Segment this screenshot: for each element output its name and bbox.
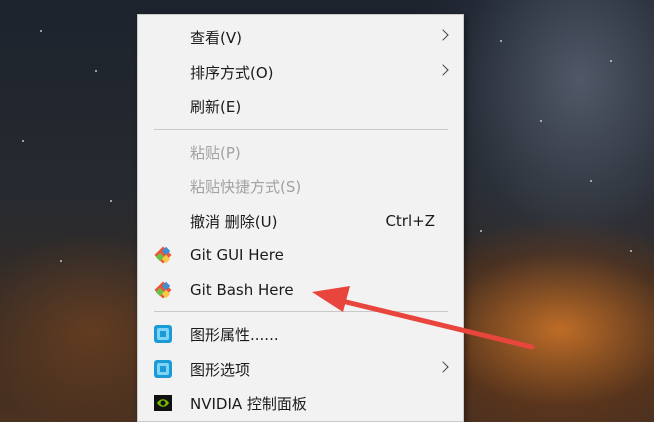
menu-item-graphics-properties[interactable]: 图形属性...... [138, 317, 463, 351]
menu-item-git-bash-here[interactable]: Git Bash Here [138, 273, 463, 307]
menu-item-label: 图形属性...... [190, 325, 279, 344]
menu-separator [154, 129, 448, 130]
intel-graphics-icon [154, 360, 172, 378]
menu-item-git-gui-here[interactable]: Git GUI Here [138, 238, 463, 272]
menu-item-label: 粘贴快捷方式(S) [190, 177, 302, 196]
menu-item-refresh[interactable]: 刷新(E) [138, 89, 463, 123]
shortcut-label: Ctrl+Z [385, 212, 435, 230]
git-icon [154, 281, 172, 299]
chevron-right-icon [437, 361, 449, 373]
menu-item-label: Git Bash Here [190, 281, 294, 299]
menu-item-paste[interactable]: 粘贴(P) [138, 135, 463, 169]
menu-item-paste-shortcut[interactable]: 粘贴快捷方式(S) [138, 169, 463, 203]
menu-item-label: Git GUI Here [190, 246, 284, 264]
menu-item-graphics-options[interactable]: 图形选项 [138, 352, 463, 386]
menu-item-view[interactable]: 查看(V) [138, 20, 463, 54]
menu-item-label: NVIDIA 控制面板 [190, 394, 307, 413]
menu-item-label: 粘贴(P) [190, 143, 241, 162]
menu-item-label: 排序方式(O) [190, 63, 274, 82]
menu-item-label: 刷新(E) [190, 97, 242, 116]
chevron-right-icon [437, 64, 449, 76]
chevron-right-icon [437, 29, 449, 41]
intel-graphics-icon [154, 325, 172, 343]
menu-item-nvidia-control-panel[interactable]: NVIDIA 控制面板 [138, 386, 463, 420]
menu-item-sort-by[interactable]: 排序方式(O) [138, 55, 463, 89]
git-icon [154, 246, 172, 264]
context-menu: 查看(V) 排序方式(O) 刷新(E) 粘贴(P) 粘贴快捷方式(S) 撤消 删… [137, 14, 464, 422]
menu-separator [154, 311, 448, 312]
menu-item-label: 查看(V) [190, 28, 242, 47]
menu-item-undo-delete[interactable]: 撤消 删除(U) Ctrl+Z [138, 204, 463, 238]
menu-item-label: 图形选项 [190, 360, 251, 379]
menu-item-label: 撤消 删除(U) [190, 212, 278, 231]
nvidia-icon [154, 395, 172, 411]
